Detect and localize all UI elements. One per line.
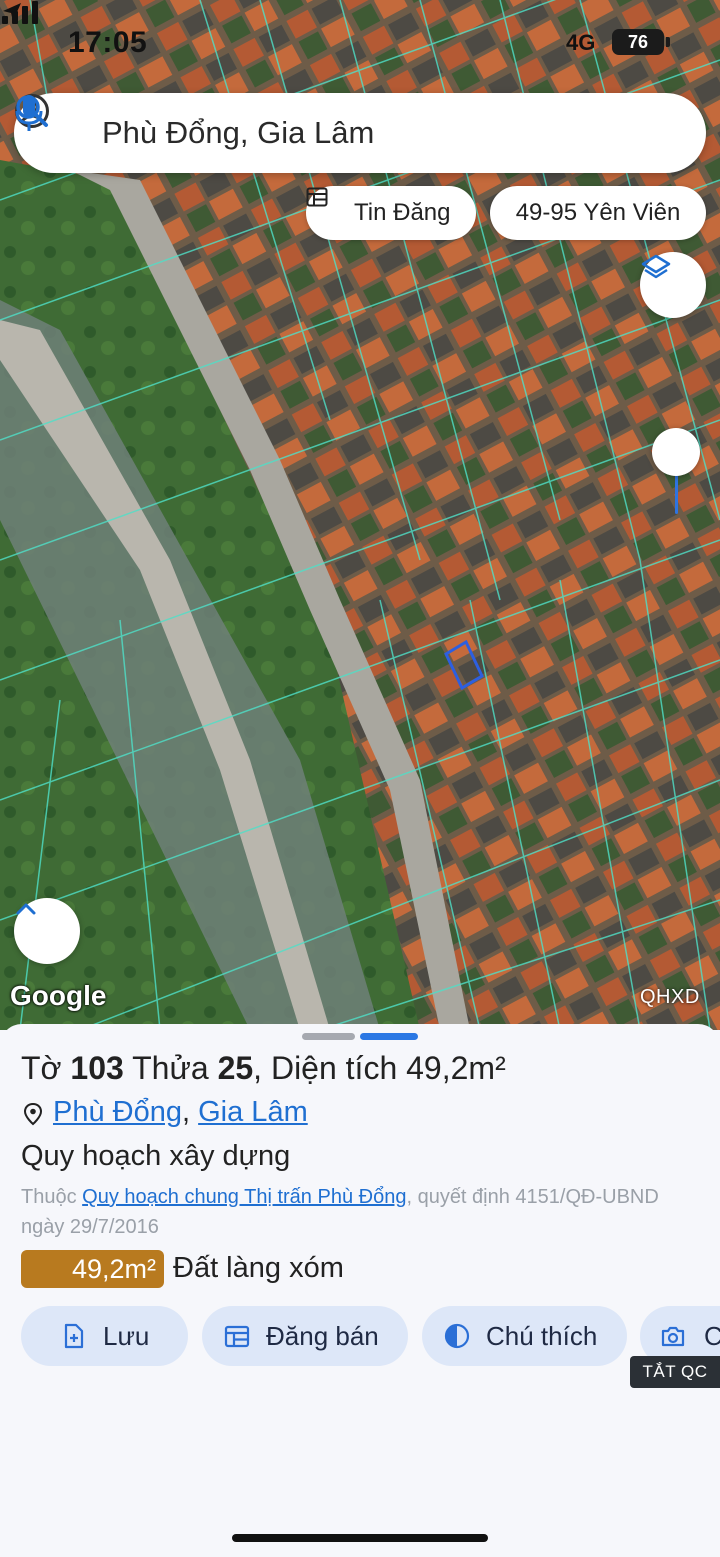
cell-signal-icon	[2, 1, 38, 24]
parcel-title: Tờ 103 Thửa 25, Diện tích 49,2m²	[21, 1050, 506, 1086]
address-chip[interactable]: 49-95 Yên Viên	[490, 186, 706, 240]
camera-add-icon	[661, 1326, 685, 1347]
parcel-area: 49,2m²	[406, 1050, 506, 1086]
layers-button[interactable]	[640, 252, 706, 318]
add-document-icon	[64, 1323, 84, 1349]
opacity-slider-knob[interactable]	[652, 428, 700, 476]
expand-up-button[interactable]	[14, 898, 80, 964]
status-time: 17:05	[68, 26, 148, 59]
microphone-icon[interactable]	[14, 93, 44, 133]
google-logo: Google	[10, 980, 107, 1011]
sheet-number: 103	[70, 1050, 124, 1086]
table-icon	[306, 187, 328, 207]
contrast-icon	[444, 1323, 470, 1349]
parcel-info-sheet[interactable]: Tờ 103 Thửa 25, Diện tích 49,2m² Phù Đổn…	[0, 1024, 720, 1557]
sheet-handle[interactable]	[302, 1033, 355, 1040]
disable-ads-button[interactable]: TẮT QC	[630, 1356, 720, 1388]
battery-indicator: 76	[612, 29, 670, 55]
land-use-label: Đất làng xóm	[173, 1252, 344, 1284]
sheet-handle-active[interactable]	[360, 1033, 418, 1040]
chevron-up-icon	[16, 903, 36, 915]
listing-chip-label: Tin Đăng	[354, 199, 451, 226]
satellite-map[interactable]: 17:05 4G 76 Phù Đổng, Gia Lâm Tin Đăng 4…	[0, 0, 720, 1030]
district-link[interactable]: Gia Lâm	[198, 1096, 308, 1128]
legend-button[interactable]: Chú thích	[422, 1306, 627, 1366]
land-area-badge: 49,2m²	[21, 1250, 164, 1288]
home-indicator[interactable]	[232, 1534, 488, 1542]
layers-icon	[641, 254, 671, 279]
save-button[interactable]: Lưu	[21, 1306, 188, 1366]
layer-label: QHXD	[640, 986, 700, 1008]
network-type: 4G	[566, 30, 596, 55]
plan-type: Quy hoạch xây dựng	[21, 1140, 291, 1172]
plot-number: 25	[217, 1050, 254, 1086]
search-input[interactable]: Phù Đổng, Gia Lâm	[102, 115, 374, 151]
plan-description: Thuộc Quy hoạch chung Thị trấn Phù Đổng,…	[21, 1186, 659, 1238]
search-bar[interactable]: Phù Đổng, Gia Lâm	[14, 93, 706, 173]
listing-chip[interactable]: Tin Đăng	[306, 186, 476, 240]
ward-link[interactable]: Phù Đổng	[53, 1096, 182, 1128]
post-sale-button[interactable]: Đăng bán	[202, 1306, 408, 1366]
location-pin-icon	[23, 1102, 43, 1126]
plan-link[interactable]: Quy hoạch chung Thị trấn Phù Đổng	[82, 1186, 406, 1208]
calendar-table-icon	[224, 1325, 250, 1348]
